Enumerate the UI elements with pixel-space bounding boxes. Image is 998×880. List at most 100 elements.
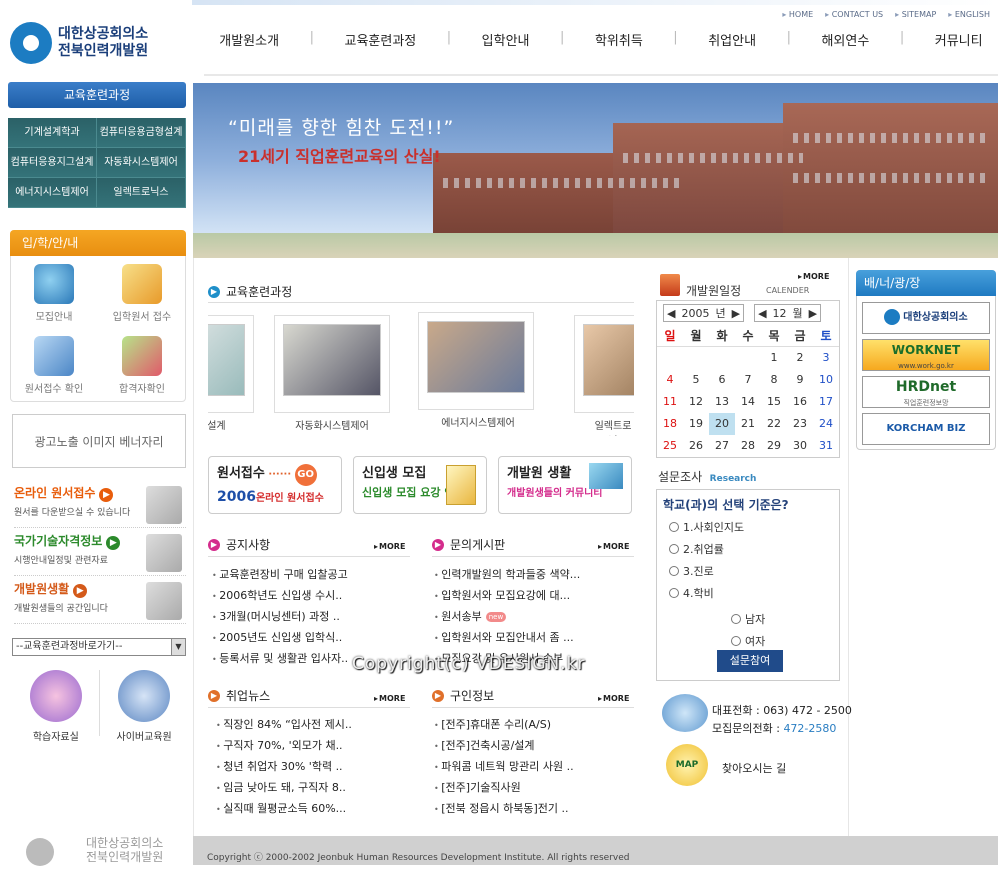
online-application-link[interactable]: 온라인 원서접수 ▶ 원서를 다운받으실 수 있습니다	[14, 484, 186, 528]
list-item[interactable]: 2006학년도 신입생 수시..	[212, 586, 410, 607]
year-selector[interactable]: ◀ 2005 년 ▶	[663, 304, 745, 322]
radio-button[interactable]	[669, 588, 679, 598]
survey-option[interactable]: 2.취업률	[669, 541, 839, 557]
survey-option[interactable]: 3.진로	[669, 563, 839, 579]
survey-submit-button[interactable]: 설문참여	[717, 650, 783, 672]
calendar-day[interactable]: 5	[683, 369, 709, 391]
ad-banner-placeholder[interactable]: 광고노출 이미지 베너자리	[12, 414, 186, 468]
util-sitemap-link[interactable]: SITEMAP	[895, 10, 937, 19]
calendar-day[interactable]: 31	[813, 435, 839, 457]
site-logo[interactable]: 대한상공회의소 전북인력개발원	[10, 18, 190, 68]
calendar-day[interactable]: 22	[761, 413, 787, 435]
radio-button[interactable]	[669, 544, 679, 554]
calendar-day[interactable]: 12	[683, 391, 709, 413]
chevron-down-icon[interactable]: ▼	[171, 639, 185, 655]
calendar-day[interactable]: 19	[683, 413, 709, 435]
course-menu-header[interactable]: 교육훈련과정	[8, 82, 186, 108]
cyber-education-button[interactable]: 사이버교육원	[104, 670, 184, 743]
chevron-left-icon[interactable]: ◀	[758, 307, 766, 320]
national-license-link[interactable]: 국가기술자격정보 ▶ 시행안내일정및 관련자료	[14, 532, 186, 576]
list-item[interactable]: [전주]기술직사원	[434, 778, 634, 799]
course-photo[interactable]	[208, 315, 254, 413]
calendar-day[interactable]: 7	[735, 369, 761, 391]
calendar-day[interactable]: 17	[813, 391, 839, 413]
calendar-day[interactable]: 21	[735, 413, 761, 435]
nav-item-employment[interactable]: 취업안내	[708, 30, 756, 49]
calendar-day[interactable]: 6	[709, 369, 735, 391]
nav-item-admission[interactable]: 입학안내	[482, 30, 530, 49]
calendar-day[interactable]: 18	[657, 413, 683, 435]
online-application-banner[interactable]: 원서접수 ······ GO 2006온라인 원서접수	[208, 456, 342, 514]
list-item[interactable]: 파워콤 네트웍 망관리 사원 ..	[434, 757, 634, 778]
calendar-day[interactable]: 29	[761, 435, 787, 457]
admission-guide-link[interactable]: 모집안내	[10, 258, 98, 330]
list-item[interactable]: 2005년도 신입생 입학식..	[212, 628, 410, 649]
calendar-day[interactable]: 20	[709, 413, 735, 435]
campus-life-banner[interactable]: 개발원 생활 개발원생들의 커뮤니티	[498, 456, 632, 514]
gender-option-male[interactable]: 남자	[731, 611, 839, 627]
calendar-day[interactable]: 4	[657, 369, 683, 391]
pass-check-link[interactable]: 합격자확인	[98, 330, 186, 402]
list-item[interactable]: 청년 취업자 30% '학력 ..	[216, 757, 410, 778]
map-icon[interactable]: MAP	[666, 744, 708, 786]
study-materials-button[interactable]: 학습자료실	[16, 670, 96, 743]
calendar-day[interactable]: 28	[735, 435, 761, 457]
calendar-day[interactable]: 24	[813, 413, 839, 435]
survey-option[interactable]: 4.학비	[669, 585, 839, 601]
list-item[interactable]: 입학원서와 모집안내서 좀 ...	[434, 628, 634, 649]
course-photo[interactable]	[274, 315, 390, 413]
calendar-day[interactable]: 25	[657, 435, 683, 457]
nav-item-community[interactable]: 커뮤니티	[935, 30, 983, 49]
radio-button[interactable]	[669, 566, 679, 576]
calendar-more-link[interactable]: MORE	[798, 272, 829, 281]
util-home-link[interactable]: HOME	[782, 10, 813, 19]
calendar-day[interactable]: 13	[709, 391, 735, 413]
list-item[interactable]: 교육훈련장비 구매 입찰공고	[212, 565, 410, 586]
calendar-day[interactable]: 9	[787, 369, 813, 391]
calendar-day[interactable]: 1	[761, 347, 787, 369]
course-item-jig-design[interactable]: 컴퓨터응용지그설계	[8, 148, 97, 178]
calendar-day[interactable]: 26	[683, 435, 709, 457]
survey-option[interactable]: 1.사회인지도	[669, 519, 839, 535]
calendar-day[interactable]: 14	[735, 391, 761, 413]
util-english-link[interactable]: ENGLISH	[948, 10, 990, 19]
nav-item-about[interactable]: 개발원소개	[219, 30, 279, 49]
list-item[interactable]: 임금 낮아도 돼, 구직자 8..	[216, 778, 410, 799]
nav-item-degree[interactable]: 학위취득	[595, 30, 643, 49]
list-item[interactable]: 3개월(머시닝센터) 과정 ..	[212, 607, 410, 628]
list-item[interactable]: 직장인 84% “입사전 제시..	[216, 715, 410, 736]
kcci-link[interactable]: 대한상공회의소	[862, 302, 990, 334]
list-item[interactable]: [전주]휴대폰 수리(A/S)	[434, 715, 634, 736]
chevron-right-icon[interactable]: ▶	[809, 307, 817, 320]
course-item-mold-design[interactable]: 컴퓨터응용금형설계	[97, 118, 186, 148]
calendar-day[interactable]: 10	[813, 369, 839, 391]
list-item[interactable]: [전북 정읍시 하북동]전기 ..	[434, 799, 634, 820]
radio-button[interactable]	[731, 636, 741, 646]
month-selector[interactable]: ◀ 12 월 ▶	[754, 304, 822, 322]
course-item-electronics[interactable]: 일렉트로닉스	[97, 178, 186, 208]
util-contact-link[interactable]: CONTACT US	[825, 10, 883, 19]
calendar-day[interactable]: 2	[787, 347, 813, 369]
notice-more-link[interactable]: MORE	[374, 542, 405, 551]
hrdnet-link[interactable]: HRDnet 직업훈련정보망	[862, 376, 990, 408]
list-item[interactable]: 실직때 월평균소득 60%...	[216, 799, 410, 820]
jobnews-more-link[interactable]: MORE	[374, 694, 405, 703]
course-item-energy[interactable]: 에너지시스템제어	[8, 178, 97, 208]
calendar-day[interactable]: 8	[761, 369, 787, 391]
calendar-day[interactable]: 23	[787, 413, 813, 435]
course-photo[interactable]	[418, 312, 534, 410]
calendar-day[interactable]: 16	[787, 391, 813, 413]
jobs-more-link[interactable]: MORE	[598, 694, 629, 703]
korcham-biz-link[interactable]: KORCHAM BIZ	[862, 413, 990, 445]
course-item-automation[interactable]: 자동화시스템제어	[97, 148, 186, 178]
radio-button[interactable]	[669, 522, 679, 532]
calendar-day[interactable]: 11	[657, 391, 683, 413]
list-item[interactable]: 입학원서와 모집요강에 대...	[434, 586, 634, 607]
freshman-recruit-banner[interactable]: 신입생 모집 신입생 모집 요강 안내	[353, 456, 487, 514]
course-photo[interactable]	[574, 315, 634, 413]
application-check-link[interactable]: 원서접수 확인	[10, 330, 98, 402]
calendar-day[interactable]: 3	[813, 347, 839, 369]
nav-item-overseas[interactable]: 해외연수	[821, 30, 869, 49]
chevron-right-icon[interactable]: ▶	[732, 307, 740, 320]
calendar-day[interactable]: 15	[761, 391, 787, 413]
